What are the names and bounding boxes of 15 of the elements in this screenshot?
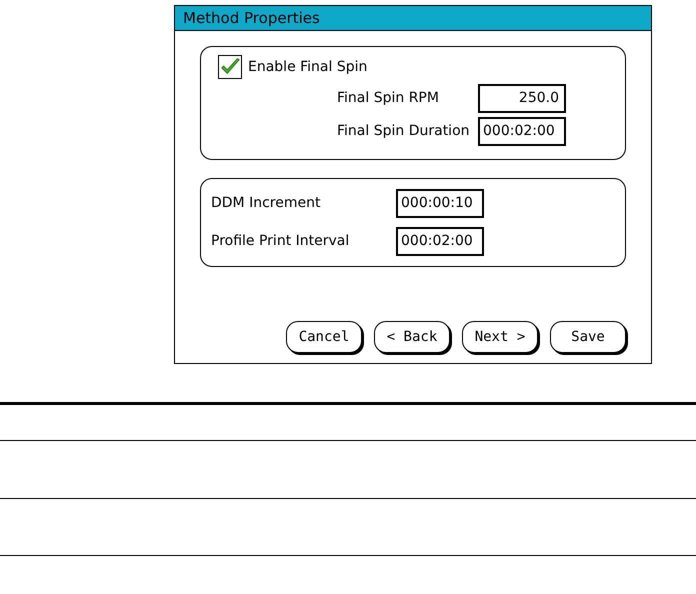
field-label: Final Spin RPM [337,90,440,106]
checkbox[interactable] [218,55,242,79]
input-field[interactable]: 000:00:10 [396,188,484,218]
dialog-button[interactable]: Next > [462,321,538,353]
checkbox-label: Enable Final Spin [248,59,368,75]
window-title: Method Properties [175,6,651,31]
field-label: Profile Print Interval [211,233,350,249]
dialog-button[interactable]: Save [550,321,626,353]
field-label: DDM Increment [211,195,322,211]
field-label: Final Spin Duration [337,123,471,139]
dialog-button[interactable]: Cancel [286,321,362,353]
input-field[interactable]: 250.0 [478,84,566,112]
input-field[interactable]: 000:02:00 [478,116,566,146]
input-field[interactable]: 000:02:00 [396,226,484,256]
dialog-button[interactable]: < Back [374,321,450,353]
